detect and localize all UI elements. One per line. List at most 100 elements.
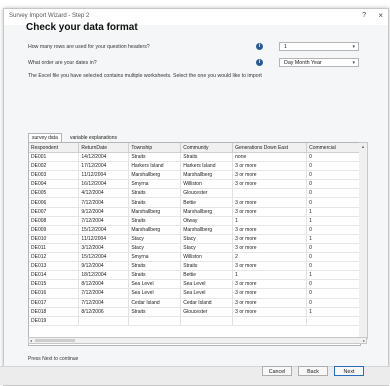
info-icon[interactable]: i: [256, 59, 263, 66]
table-cell: DE018: [29, 307, 79, 316]
horizontal-scrollbar[interactable]: ◂ ▸: [28, 337, 367, 344]
close-icon[interactable]: ×: [378, 11, 383, 20]
table-cell: 9/12/2004: [79, 262, 129, 271]
table-cell: 3 or more: [233, 162, 307, 171]
table-cell: DE010: [29, 234, 79, 243]
table-row[interactable]: DE00915/12/2004MarshallbergMarshallberg3…: [29, 225, 360, 234]
table-cell: Marshallberg: [129, 207, 181, 216]
table-row[interactable]: DE0113/12/2004StacyStacy3 or more0: [29, 243, 360, 252]
table-cell: DE009: [29, 225, 79, 234]
table-cell: Smyrna: [129, 253, 181, 262]
scroll-left-icon[interactable]: ◂: [30, 338, 32, 343]
table-cell: Stacy: [129, 234, 181, 243]
table-cell: DE008: [29, 216, 79, 225]
table-cell: Otway: [181, 216, 233, 225]
chevron-down-icon: ▾: [352, 59, 355, 68]
page-title: Check your data format: [26, 22, 138, 33]
table-cell: 9/12/2004: [79, 207, 129, 216]
table-row[interactable]: DE019: [29, 316, 360, 325]
column-header[interactable]: Township: [129, 143, 181, 153]
table-row[interactable]: DE0167/12/2004Sea LevelSea Level3 or mor…: [29, 289, 360, 298]
button-bar: [0, 366, 390, 385]
vertical-scrollbar[interactable]: ▲: [359, 142, 368, 339]
table-cell: 1: [307, 207, 360, 216]
table-cell: 1: [307, 307, 360, 316]
table-cell: 0: [307, 298, 360, 307]
table-row[interactable]: DE0087/12/2004StraitsOtway11: [29, 216, 360, 225]
column-header[interactable]: Generations Down East: [233, 143, 307, 153]
info-icon[interactable]: i: [256, 43, 263, 50]
date-order-value: Day Month Year: [284, 60, 322, 66]
column-header[interactable]: ReturnDate: [79, 143, 129, 153]
table-cell: 3 or more: [233, 207, 307, 216]
table-cell: Straits: [129, 262, 181, 271]
table-cell: 3 or more: [233, 307, 307, 316]
table-cell: 7/12/2004: [79, 289, 129, 298]
scroll-up-icon[interactable]: ▲: [361, 144, 365, 149]
table-row[interactable]: DE0188/12/2006StraitsGloucester3 or more…: [29, 307, 360, 316]
table-cell: Straits: [181, 262, 233, 271]
table-cell: [79, 316, 129, 325]
scroll-thumb[interactable]: [35, 339, 75, 342]
table-cell: Marshallberg: [181, 171, 233, 180]
cancel-button[interactable]: Cancel: [262, 366, 292, 376]
table-row[interactable]: DE00114/12/2004StraitsStraitsnone0: [29, 153, 360, 162]
table-row[interactable]: DE00311/12/2004MarshallbergMarshallberg3…: [29, 171, 360, 180]
table-cell: Sea Level: [181, 280, 233, 289]
column-header[interactable]: Community: [181, 143, 233, 153]
table-cell: DE017: [29, 298, 79, 307]
table-row[interactable]: DE0067/12/2004StraitsBettie3 or more0: [29, 198, 360, 207]
table-cell: 0: [307, 225, 360, 234]
table-cell: Williston: [181, 180, 233, 189]
table-row[interactable]: DE0054/12/2004StraitsGloucester0: [29, 189, 360, 198]
table-cell: 16/12/2004: [79, 180, 129, 189]
table-row[interactable]: DE0079/12/2004MarshallbergMarshallberg3 …: [29, 207, 360, 216]
table-cell: Straits: [181, 153, 233, 162]
table-cell: 1: [307, 216, 360, 225]
table-cell: DE001: [29, 153, 79, 162]
date-order-question: What order are your dates in?: [28, 60, 97, 66]
column-header[interactable]: Commercial: [307, 143, 360, 153]
table-cell: Straits: [129, 153, 181, 162]
table-cell: Marshallberg: [181, 225, 233, 234]
date-order-select[interactable]: Day Month Year ▾: [279, 58, 359, 67]
header-rows-select[interactable]: 1 ▾: [279, 42, 359, 51]
table-row[interactable]: DE01011/12/2004StacyStacy3 or more1: [29, 234, 360, 243]
table-cell: DE003: [29, 171, 79, 180]
worksheet-note: The Excel file you have selected contain…: [28, 73, 262, 79]
table-row[interactable]: DE0158/12/2004Sea LevelSea Level3 or mor…: [29, 280, 360, 289]
table-row[interactable]: DE0139/12/2004StraitsStraits3 or more0: [29, 262, 360, 271]
table-cell: 3 or more: [233, 234, 307, 243]
table-cell: 0: [307, 189, 360, 198]
table-cell: 1: [307, 271, 360, 280]
table-row[interactable]: DE00416/12/2004SmyrnaWilliston3 or more0: [29, 180, 360, 189]
back-button[interactable]: Back: [298, 366, 328, 376]
table-cell: 0: [307, 262, 360, 271]
table-row[interactable]: DE01418/12/2004StraitsBettie11: [29, 271, 360, 280]
scroll-right-icon[interactable]: ▸: [363, 338, 365, 343]
next-button[interactable]: Next: [334, 366, 364, 376]
table-cell: 0: [307, 289, 360, 298]
help-icon[interactable]: ?: [362, 12, 366, 19]
table-cell: DE002: [29, 162, 79, 171]
table-cell: 1: [233, 216, 307, 225]
table-cell: Straits: [129, 189, 181, 198]
table-cell: DE006: [29, 198, 79, 207]
table-cell: Straits: [129, 271, 181, 280]
table-cell: 11/12/2004: [79, 234, 129, 243]
table-cell: [181, 316, 233, 325]
column-header[interactable]: Respondent: [29, 143, 79, 153]
table-row[interactable]: DE01215/12/2004SmyrnaWilliston20: [29, 253, 360, 262]
table-cell: DE004: [29, 180, 79, 189]
data-preview-table[interactable]: RespondentReturnDateTownshipCommunityGen…: [28, 142, 361, 346]
table-cell: 0: [307, 171, 360, 180]
table-cell: Straits: [129, 198, 181, 207]
table-row[interactable]: DE0177/12/2004Cedar IslandCedar Island3 …: [29, 298, 360, 307]
table-cell: Sea Level: [181, 289, 233, 298]
table-cell: Cedar Island: [129, 298, 181, 307]
header-rows-value: 1: [284, 44, 287, 50]
table-cell: Bettie: [181, 271, 233, 280]
table-row[interactable]: DE00217/12/2004Harkers IslandHarkers Isl…: [29, 162, 360, 171]
header-rows-question: How many rows are used for your question…: [28, 44, 150, 50]
table-cell: 7/12/2004: [79, 216, 129, 225]
